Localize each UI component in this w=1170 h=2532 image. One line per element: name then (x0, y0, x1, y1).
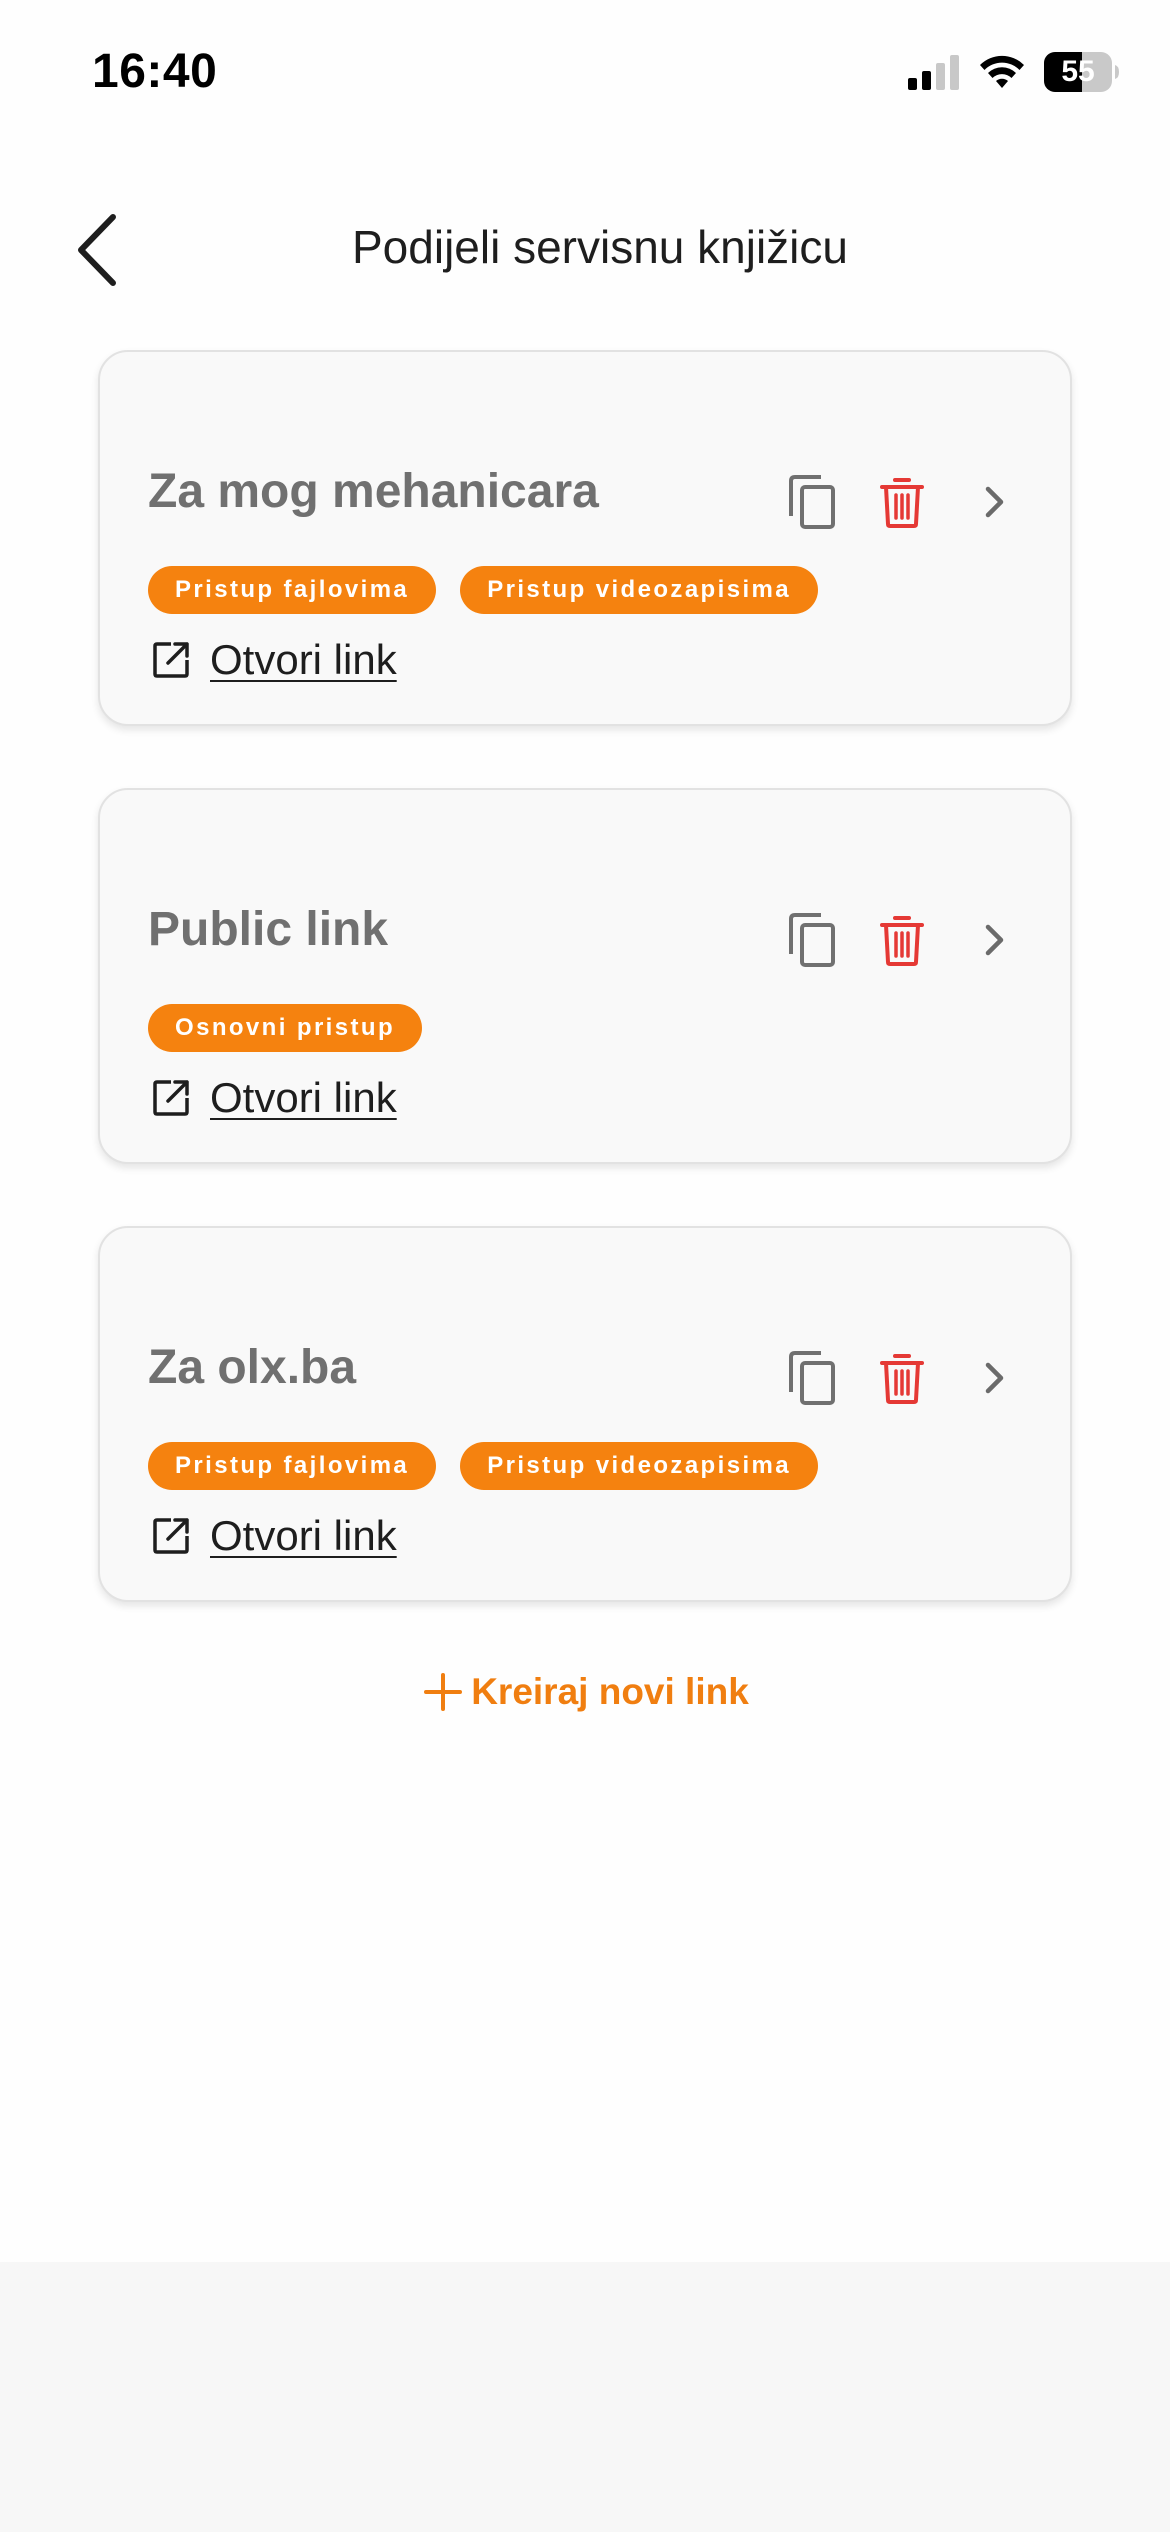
battery-level: 55 (1061, 55, 1095, 88)
chevron-right-icon (985, 1362, 1004, 1394)
open-link-button[interactable]: Otvori link (150, 1512, 397, 1560)
signal-icon (908, 55, 959, 90)
card-title: Za mog mehanicara (148, 465, 599, 518)
share-link-card[interactable]: Za mog mehanicara Pristup fajlovima Pris… (98, 350, 1072, 726)
external-link-icon (150, 1077, 192, 1119)
share-link-card[interactable]: Public link Osnovni pristup Otvori link (98, 788, 1072, 1164)
copy-link-button[interactable] (782, 1348, 842, 1408)
external-link-icon (150, 639, 192, 681)
trash-icon (880, 1354, 924, 1404)
copy-link-button[interactable] (782, 472, 842, 532)
open-details-button[interactable] (970, 1348, 1020, 1408)
open-link-button[interactable]: Otvori link (150, 636, 397, 684)
card-actions (782, 1348, 1020, 1408)
trash-icon (880, 916, 924, 966)
open-link-label: Otvori link (210, 636, 397, 683)
open-details-button[interactable] (970, 910, 1020, 970)
header: Podijeli servisnu knjižicu (0, 190, 1170, 310)
open-link-label: Otvori link (210, 1074, 397, 1121)
access-tags: Pristup fajlovima Pristup videozapisima (148, 566, 818, 614)
shared-links-list: Za mog mehanicara Pristup fajlovima Pris… (98, 350, 1072, 1664)
card-title: Za olx.ba (148, 1341, 357, 1394)
create-new-link-content: Kreiraj novi link (421, 1670, 749, 1714)
delete-link-button[interactable] (872, 472, 932, 532)
battery-icon: 55 (1044, 52, 1120, 92)
access-tag: Pristup videozapisima (460, 1442, 818, 1490)
delete-link-button[interactable] (872, 910, 932, 970)
delete-link-button[interactable] (872, 1348, 932, 1408)
access-tag: Pristup fajlovima (148, 1442, 437, 1490)
copy-link-button[interactable] (782, 910, 842, 970)
bottom-area (0, 2262, 1170, 2532)
page-title: Podijeli servisnu knjižicu (352, 221, 848, 273)
trash-icon (880, 478, 924, 528)
status-time: 16:40 (92, 45, 218, 98)
card-title: Public link (148, 903, 389, 956)
screen: 16:40 55 Podijeli servisnu knjižicu Za m… (0, 0, 1170, 2532)
open-details-button[interactable] (970, 472, 1020, 532)
status-bar: 16:40 55 (0, 0, 1170, 150)
create-new-link-label: Kreiraj novi link (471, 1671, 749, 1712)
access-tags: Osnovni pristup (148, 1004, 423, 1052)
plus-icon (421, 1670, 465, 1714)
open-link-label: Otvori link (210, 1512, 397, 1559)
create-new-link-button[interactable]: Kreiraj novi link (0, 1670, 1170, 1714)
status-icons: 55 (908, 52, 1120, 92)
card-actions (782, 472, 1020, 532)
access-tag: Pristup fajlovima (148, 566, 437, 614)
copy-icon (789, 475, 835, 529)
card-actions (782, 910, 1020, 970)
copy-icon (789, 913, 835, 967)
wifi-icon (980, 55, 1024, 88)
open-link-button[interactable]: Otvori link (150, 1074, 397, 1122)
chevron-right-icon (985, 486, 1004, 518)
access-tags: Pristup fajlovima Pristup videozapisima (148, 1442, 818, 1490)
access-tag: Osnovni pristup (148, 1004, 423, 1052)
external-link-icon (150, 1515, 192, 1557)
copy-icon (789, 1351, 835, 1405)
access-tag: Pristup videozapisima (460, 566, 818, 614)
chevron-right-icon (985, 924, 1004, 956)
share-link-card[interactable]: Za olx.ba Pristup fajlovima Pristup vide… (98, 1226, 1072, 1602)
